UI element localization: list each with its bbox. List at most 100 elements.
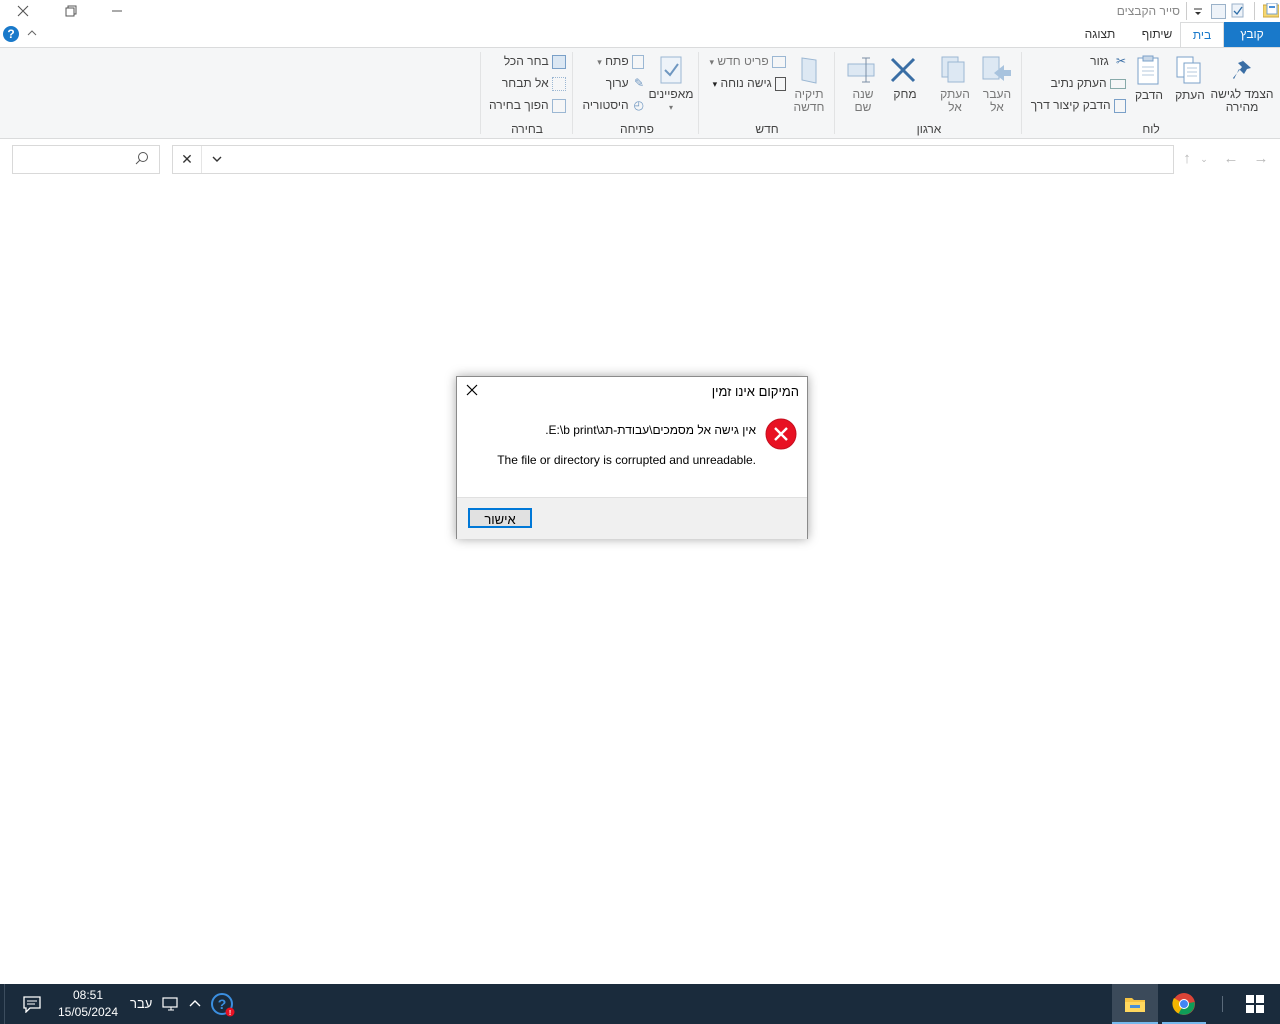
easy-access-button[interactable]: ▾ גישה נוחה — [706, 76, 786, 92]
arrow-up-icon: ↑ — [1183, 150, 1191, 167]
clock-time[interactable]: 08:51 — [60, 988, 116, 1002]
close-icon: ✕ — [181, 151, 193, 167]
forward-button[interactable]: ← — [1220, 147, 1242, 171]
recent-locations-button[interactable]: ⌄ — [1198, 147, 1210, 171]
window-title: סייר הקבצים — [1116, 4, 1180, 18]
cut-button[interactable]: גזור ✂ — [1060, 54, 1126, 70]
help-tray-icon[interactable]: ?! — [211, 993, 235, 1017]
chevron-down-icon — [1194, 8, 1202, 15]
group-label-select: בחירה — [511, 122, 543, 136]
network-icon[interactable] — [162, 996, 180, 1012]
new-item-button[interactable]: ▾ פריט חדש — [706, 54, 786, 70]
edit-pencil-icon: ✎ — [633, 76, 644, 90]
taskbar-chrome[interactable] — [1162, 984, 1206, 1024]
tab-home[interactable]: בית — [1180, 22, 1224, 48]
address-bar[interactable]: ✕ — [172, 145, 1174, 174]
folder-icon — [1125, 998, 1145, 1012]
history-button[interactable]: היסטוריה ◴ — [574, 98, 644, 114]
back-button[interactable]: → — [1250, 147, 1272, 171]
new-folder-button[interactable]: תיקיה חדשה — [790, 55, 828, 114]
easy-access-label: גישה נוחה — [720, 76, 772, 90]
paste-shortcut-label: הדבק קיצור דרך — [1030, 98, 1111, 112]
help-icon[interactable]: ? — [3, 26, 19, 42]
rename-button[interactable]: שנה שם — [846, 55, 880, 114]
invert-selection-icon — [552, 98, 566, 113]
start-button[interactable] — [1246, 995, 1264, 1013]
copy-to-button[interactable]: העתק אל — [938, 55, 972, 114]
open-button[interactable]: ▾ פתח — [586, 54, 644, 70]
new-item-label: פריט חדש — [717, 54, 769, 68]
dialog-message: אין גישה אל מסמכים\עבודת-תג\E:\b print. — [545, 423, 756, 437]
explorer-app-icon[interactable] — [1263, 3, 1279, 18]
scissors-icon: ✂ — [1115, 54, 1126, 68]
paste-label: הדבק — [1135, 88, 1163, 102]
easy-access-icon — [775, 76, 786, 91]
paste-button[interactable]: הדבק — [1133, 55, 1165, 102]
tab-file[interactable]: קובץ — [1224, 22, 1280, 47]
properties-button[interactable]: מאפיינים ▾ — [648, 55, 694, 114]
group-label-new: חדש — [755, 122, 779, 136]
close-icon — [466, 384, 478, 396]
invert-selection-button[interactable]: הפוך בחירה — [484, 98, 566, 114]
group-separator — [572, 52, 573, 134]
chevron-down-icon — [212, 156, 222, 162]
move-to-button[interactable]: העבר אל — [980, 55, 1014, 114]
title-separator — [1186, 2, 1187, 20]
edit-button[interactable]: ערוך ✎ — [586, 76, 644, 92]
pin-quick-access-button[interactable]: הצמד לגישה מהירה — [1210, 56, 1274, 114]
taskbar-file-explorer[interactable] — [1112, 984, 1158, 1024]
paste-shortcut-icon — [1114, 98, 1126, 113]
show-hidden-icons-button[interactable] — [188, 997, 202, 1011]
minimize-icon — [112, 10, 122, 12]
history-label: היסטוריה — [582, 98, 629, 112]
clear-address-button[interactable]: ✕ — [173, 146, 202, 173]
copy-path-button[interactable]: העתק נתיב — [1040, 76, 1126, 92]
chrome-icon — [1172, 993, 1195, 1015]
dialog-detail: The file or directory is corrupted and u… — [497, 453, 756, 467]
svg-text:!: ! — [229, 1010, 231, 1017]
select-none-icon — [552, 76, 566, 91]
select-all-button[interactable]: בחר הכל — [490, 54, 566, 70]
up-button[interactable]: ↑ — [1176, 147, 1198, 171]
arrow-left-icon: ← — [1223, 150, 1239, 167]
properties-label: מאפיינים — [648, 87, 694, 101]
language-indicator[interactable]: עבר — [130, 996, 152, 1011]
show-desktop-button[interactable] — [4, 984, 5, 1024]
paste-shortcut-button[interactable]: הדבק קיצור דרך — [1028, 98, 1126, 114]
open-label: פתח — [605, 54, 629, 68]
delete-label: מחק — [893, 87, 917, 101]
select-none-button[interactable]: אל תבחר — [490, 76, 566, 92]
copy-icon — [1176, 56, 1201, 84]
clock-date[interactable]: 15/05/2024 — [55, 1005, 121, 1019]
select-all-label: בחר הכל — [503, 54, 549, 68]
close-window-button[interactable] — [0, 0, 46, 22]
open-icon — [632, 54, 644, 69]
qat-customize-button[interactable] — [1192, 4, 1204, 18]
maximize-button[interactable] — [48, 0, 94, 22]
group-separator — [698, 52, 699, 134]
taskbar: 08:51 15/05/2024 עבר ?! — [0, 984, 1280, 1024]
ok-button[interactable]: אישור — [468, 508, 532, 528]
copy-path-label: העתק נתיב — [1050, 76, 1107, 90]
address-dropdown-button[interactable] — [203, 146, 231, 173]
arrow-right-icon: → — [1253, 150, 1269, 167]
collapse-ribbon-button[interactable] — [26, 27, 38, 39]
qat-new-folder-button[interactable] — [1211, 4, 1226, 19]
pin-icon — [1233, 59, 1251, 79]
copy-button[interactable]: העתק — [1174, 55, 1206, 102]
select-none-label: אל תבחר — [501, 76, 549, 90]
edit-label: ערוך — [605, 76, 629, 90]
delete-button[interactable]: מחק — [888, 55, 922, 101]
task-view-button[interactable] — [1222, 996, 1223, 1012]
dialog-close-button[interactable] — [465, 383, 479, 397]
rename-icon — [847, 57, 875, 83]
chevron-up-icon — [189, 1000, 201, 1007]
group-separator — [480, 52, 481, 134]
notification-center-button[interactable] — [22, 995, 42, 1013]
group-label-organize: ארגון — [916, 122, 942, 136]
error-dialog: המיקום אינו זמין אין גישה אל מסמכים\עבוד… — [456, 376, 808, 539]
minimize-button[interactable] — [94, 0, 140, 22]
search-box[interactable] — [12, 145, 160, 174]
group-separator — [1021, 52, 1022, 134]
qat-properties-button[interactable] — [1231, 3, 1245, 18]
